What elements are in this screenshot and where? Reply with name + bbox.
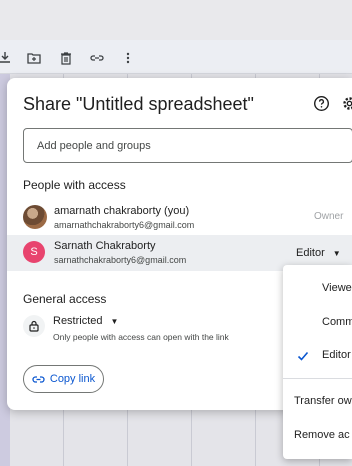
chevron-down-icon: ▼ — [332, 248, 341, 258]
access-level-label: Restricted — [53, 315, 103, 327]
owner-role-label: Owner — [314, 211, 344, 222]
menu-item-label: Remove ac — [294, 429, 350, 441]
person-email: amarnathchakraborty6@gmail.com — [54, 220, 195, 230]
add-people-input[interactable] — [23, 128, 352, 163]
role-dropdown[interactable]: Editor ▼ — [296, 244, 341, 262]
menu-item-label: Viewe — [322, 282, 352, 294]
help-icon[interactable] — [313, 95, 330, 112]
people-with-access-title: People with access — [23, 178, 126, 192]
gear-icon[interactable] — [341, 95, 352, 112]
lock-icon — [23, 315, 45, 337]
background-toolbar — [0, 40, 352, 74]
dialog-title: Share "Untitled spreadsheet" — [23, 94, 254, 114]
menu-item-label: Comm — [322, 316, 352, 328]
general-access-title: General access — [23, 292, 107, 306]
avatar — [23, 205, 47, 229]
more-vert-icon[interactable] — [121, 51, 135, 65]
access-description: Only people with access can open with th… — [53, 332, 229, 342]
menu-item-viewer[interactable]: Viewe — [283, 273, 352, 305]
move-to-folder-icon[interactable] — [27, 51, 41, 65]
avatar: S — [23, 241, 45, 263]
trash-icon[interactable] — [59, 51, 73, 65]
menu-divider — [283, 378, 352, 379]
menu-item-commenter[interactable]: Comm — [283, 307, 352, 339]
menu-item-transfer-ownership[interactable]: Transfer ow — [283, 386, 352, 418]
link-icon[interactable] — [90, 51, 104, 65]
check-icon — [297, 351, 309, 361]
role-menu: Viewe Comm Editor Transfer ow Remove ac — [283, 265, 352, 459]
copy-link-label: Copy link — [49, 373, 96, 385]
download-icon[interactable] — [0, 51, 12, 65]
menu-item-remove-access[interactable]: Remove ac — [283, 420, 352, 452]
menu-item-label: Editor — [322, 349, 351, 361]
link-icon — [32, 375, 45, 383]
role-dropdown-label: Editor — [296, 247, 325, 259]
chevron-down-icon: ▼ — [110, 316, 119, 326]
person-email: sarnathchakraborty6@gmail.com — [54, 255, 187, 265]
menu-item-editor[interactable]: Editor — [283, 340, 352, 372]
copy-link-button[interactable]: Copy link — [23, 365, 104, 393]
person-row-owner: amarnath chakraborty (you) amarnathchakr… — [7, 200, 352, 236]
menu-item-label: Transfer ow — [294, 395, 352, 407]
general-access-dropdown[interactable]: Restricted ▼ — [53, 315, 118, 327]
person-name: amarnath chakraborty (you) — [54, 205, 190, 217]
person-name: Sarnath Chakraborty — [54, 240, 156, 252]
